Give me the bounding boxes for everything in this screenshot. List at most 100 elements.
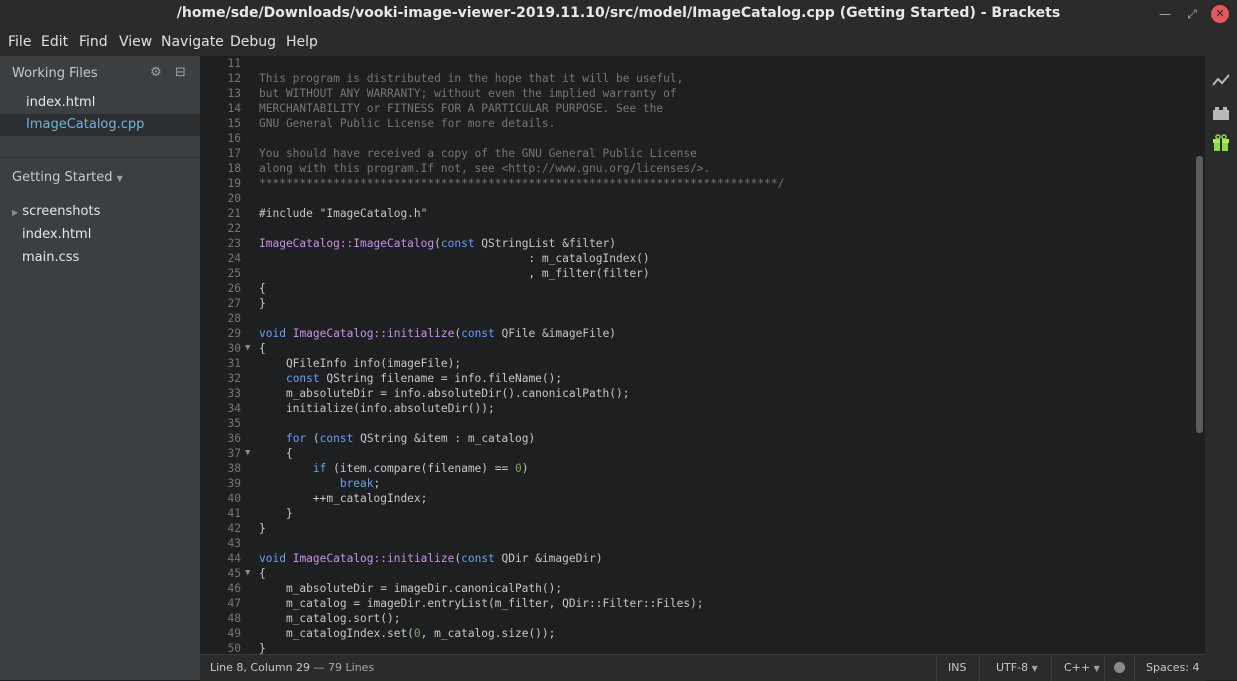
code-token: ( — [306, 432, 320, 445]
code-line[interactable]: 22 — [200, 221, 1205, 236]
tree-file-main-css[interactable]: main.css — [22, 250, 79, 265]
code-line[interactable]: 20 — [200, 191, 1205, 206]
code-line[interactable]: 18 along with this program.If not, see <h… — [200, 161, 1205, 176]
split-view-icon[interactable]: ⊟ — [175, 65, 186, 80]
line-number: 14 — [227, 102, 241, 115]
code-line[interactable]: 35 — [200, 416, 1205, 431]
code-line[interactable]: 47 m_catalog = imageDir.entryList(m_filt… — [200, 596, 1205, 611]
code-line[interactable]: 44 void ImageCatalog::initialize(const QD… — [200, 551, 1205, 566]
code-line[interactable]: 39 break; — [200, 476, 1205, 491]
code-line[interactable]: 13 but WITHOUT ANY WARRANTY; without even… — [200, 86, 1205, 101]
code-line[interactable]: 28 — [200, 311, 1205, 326]
close-icon[interactable]: ✕ — [1211, 5, 1229, 23]
code-line[interactable]: 38 if (item.compare(filename) == 0) — [200, 461, 1205, 476]
working-file-index-html[interactable]: index.html — [0, 92, 200, 114]
code-token: , m_catalog.size()); — [420, 627, 556, 640]
code-token: QFile &imageFile) — [494, 327, 617, 340]
menu-edit[interactable]: Edit — [41, 34, 68, 50]
indent-spaces-setting[interactable]: Spaces: 4 — [1146, 661, 1199, 674]
code-line[interactable]: 12 This program is distributed in the hop… — [200, 71, 1205, 86]
editor-scrollbar[interactable] — [1196, 156, 1203, 433]
project-dropdown[interactable]: Getting Started ▼ — [12, 170, 123, 185]
code-line[interactable]: 27} — [200, 296, 1205, 311]
code-line[interactable]: 16 — [200, 131, 1205, 146]
menu-view[interactable]: View — [119, 34, 152, 50]
menu-find[interactable]: Find — [79, 34, 108, 50]
gear-icon[interactable]: ⚙ — [150, 65, 162, 80]
code-line[interactable]: 42} — [200, 521, 1205, 536]
code-token: if — [312, 462, 327, 475]
encoding-label: UTF-8 — [996, 661, 1029, 674]
window-title: /home/sde/Downloads/vooki-image-viewer-2… — [176, 5, 1061, 21]
code-line[interactable]: 33 m_absoluteDir = info.absoluteDir().ca… — [200, 386, 1205, 401]
code-text: } — [259, 521, 266, 536]
code-token: const — [440, 237, 475, 250]
tree-file-index-html[interactable]: index.html — [22, 227, 91, 242]
code-text: initialize(info.absoluteDir()); — [259, 401, 495, 416]
code-token: ImageCatalog::initialize — [292, 327, 455, 340]
code-line[interactable]: 21 #include "ImageCatalog.h" — [200, 206, 1205, 221]
project-title: Getting Started — [12, 170, 113, 185]
code-line[interactable]: 17 You should have received a copy of the… — [200, 146, 1205, 161]
code-line[interactable]: 11 — [200, 56, 1205, 71]
code-line[interactable]: 45 ▼ { — [200, 566, 1205, 581]
menu-help[interactable]: Help — [286, 34, 318, 50]
extract-icon[interactable] — [1212, 104, 1230, 122]
code-line[interactable]: 40 ++m_catalogIndex; — [200, 491, 1205, 506]
tree-folder-screenshots[interactable]: ▶ screenshots — [12, 204, 100, 219]
code-text: void ImageCatalog::initialize(const QDir… — [259, 551, 603, 566]
code-line[interactable]: 49 m_catalogIndex.set(0, m_catalog.size(… — [200, 626, 1205, 641]
working-file-imagecatalog-cpp[interactable]: ImageCatalog.cpp — [0, 114, 200, 136]
code-line[interactable]: 41 } — [200, 506, 1205, 521]
maximize-icon[interactable]: ⤢ — [1183, 5, 1201, 23]
code-line[interactable]: 31 QFileInfo info(imageFile); — [200, 356, 1205, 371]
live-preview-icon[interactable] — [1212, 72, 1230, 90]
code-editor[interactable]: 11 12 This program is distributed in the h… — [200, 56, 1205, 654]
fold-toggle-icon[interactable]: ▼ — [245, 341, 250, 356]
minimize-icon[interactable]: — — [1156, 5, 1174, 23]
line-number: 22 — [227, 222, 241, 235]
line-number: 31 — [227, 357, 241, 370]
code-line[interactable]: 24 : m_catalogIndex() — [200, 251, 1205, 266]
encoding-dropdown[interactable]: UTF-8 ▼ — [996, 661, 1038, 674]
code-line[interactable]: 23 ImageCatalog::ImageCatalog(const QStri… — [200, 236, 1205, 251]
code-line[interactable]: 43 — [200, 536, 1205, 551]
code-token: initialize(info.absoluteDir()); — [259, 402, 495, 415]
code-text: ++m_catalogIndex; — [259, 491, 428, 506]
fold-toggle-icon[interactable]: ▼ — [245, 446, 250, 461]
code-line[interactable]: 29 void ImageCatalog::initialize(const QF… — [200, 326, 1205, 341]
code-text: along with this program.If not, see <htt… — [259, 161, 710, 176]
code-text: m_absoluteDir = imageDir.canonicalPath()… — [259, 581, 562, 596]
code-line[interactable]: 14 MERCHANTABILITY or FITNESS FOR A PARTI… — [200, 101, 1205, 116]
code-line[interactable]: 30 ▼ { — [200, 341, 1205, 356]
code-token: { — [259, 447, 293, 460]
code-line[interactable]: 32 const QString filename = info.fileNam… — [200, 371, 1205, 386]
extension-manager-icon[interactable] — [1212, 134, 1230, 152]
code-line[interactable]: 50} — [200, 641, 1205, 654]
menu-debug[interactable]: Debug — [230, 34, 276, 50]
chevron-down-icon: ▼ — [1093, 664, 1100, 673]
code-text: ImageCatalog::ImageCatalog(const QString… — [259, 236, 616, 251]
menu-navigate[interactable]: Navigate — [161, 34, 224, 50]
code-line[interactable]: 37 ▼ { — [200, 446, 1205, 461]
code-line[interactable]: 26 { — [200, 281, 1205, 296]
line-number: 30 — [227, 342, 241, 355]
code-line[interactable]: 36 for (const QString &item : m_catalog) — [200, 431, 1205, 446]
code-line[interactable]: 46 m_absoluteDir = imageDir.canonicalPat… — [200, 581, 1205, 596]
linter-status-icon[interactable] — [1114, 662, 1125, 673]
language-dropdown[interactable]: C++ ▼ — [1064, 661, 1100, 674]
code-text: break; — [259, 476, 380, 491]
code-line[interactable]: 34 initialize(info.absoluteDir()); — [200, 401, 1205, 416]
code-text: , m_filter(filter) — [259, 266, 649, 281]
menu-file[interactable]: File — [8, 34, 31, 50]
code-line[interactable]: 15 GNU General Public License for more de… — [200, 116, 1205, 131]
code-line[interactable]: 25 , m_filter(filter) — [200, 266, 1205, 281]
code-line[interactable]: 48 m_catalog.sort(); — [200, 611, 1205, 626]
fold-toggle-icon[interactable]: ▼ — [245, 566, 250, 581]
code-line[interactable]: 19 **************************************… — [200, 176, 1205, 191]
code-token: m_catalogIndex.set( — [259, 627, 414, 640]
insert-mode-toggle[interactable]: INS — [948, 661, 966, 674]
sidebar-divider — [0, 157, 200, 158]
code-text: } — [259, 296, 266, 311]
line-number: 17 — [227, 147, 241, 160]
